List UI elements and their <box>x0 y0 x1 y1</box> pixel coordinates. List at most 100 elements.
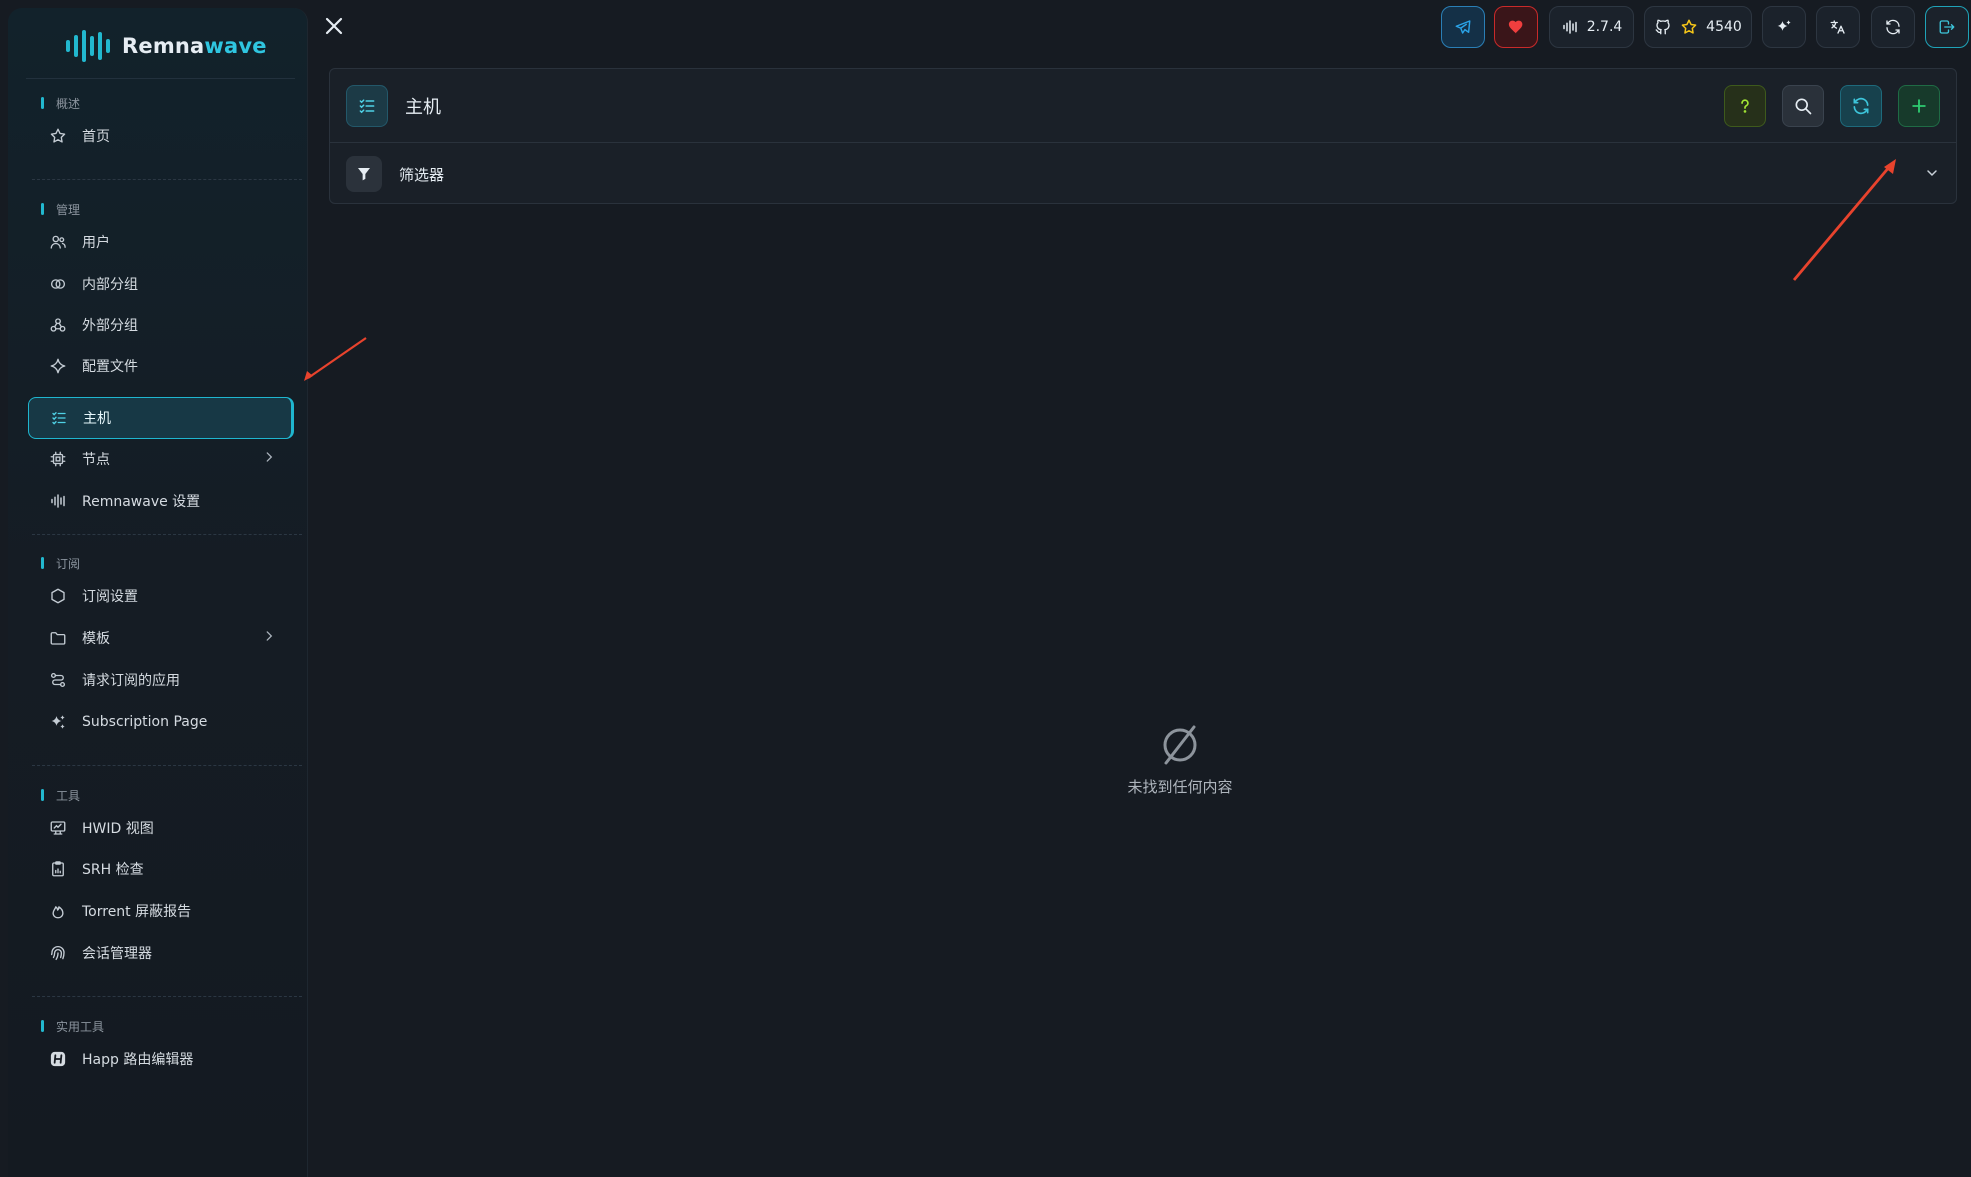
route-icon <box>48 670 68 690</box>
filter-icon <box>346 156 382 192</box>
clipboard-chart-icon <box>48 859 68 879</box>
sidebar-item-label: 会话管理器 <box>82 946 152 962</box>
language-button[interactable] <box>1816 6 1860 48</box>
section-overview-label: 概述 <box>56 96 81 111</box>
version-badge[interactable]: 2.7.4 <box>1549 6 1634 48</box>
annotation-arrow-left <box>304 337 367 381</box>
sidebar-item-hosts[interactable]: 主机 <box>28 397 294 439</box>
brand-logo[interactable]: Remnawave <box>66 26 267 66</box>
remnawave-logo-icon <box>66 28 110 64</box>
sidebar: Remnawave 概述 首页 管理 用户 内部分组 外部分组 配置文件 主机 … <box>8 8 308 1177</box>
refresh-icon <box>1851 96 1871 116</box>
sidebar-divider <box>32 996 302 997</box>
sidebar-item-label: Happ 路由编辑器 <box>82 1052 194 1068</box>
hexagon-icon <box>48 586 68 606</box>
sidebar-item-label: 节点 <box>82 452 110 468</box>
sidebar-item-remnawave-settings[interactable]: Remnawave 设置 <box>28 481 294 521</box>
sidebar-item-label: 用户 <box>82 235 110 251</box>
section-subscription: 订阅 <box>41 554 80 572</box>
empty-state: 未找到任何内容 <box>1080 722 1280 797</box>
donate-button[interactable] <box>1494 6 1538 48</box>
telegram-button[interactable] <box>1441 6 1485 48</box>
sidebar-item-subscription-page[interactable]: Subscription Page <box>28 702 294 742</box>
logout-icon <box>1938 18 1956 36</box>
sidebar-item-happ[interactable]: Happ 路由编辑器 <box>28 1039 294 1079</box>
sparkles-icon <box>48 712 68 732</box>
telegram-icon <box>1454 18 1472 36</box>
sidebar-item-hwid[interactable]: HWID 视图 <box>28 808 294 848</box>
empty-state-text: 未找到任何内容 <box>1127 778 1233 796</box>
version-text: 2.7.4 <box>1586 19 1623 35</box>
add-host-button[interactable] <box>1898 85 1940 127</box>
sidebar-divider <box>32 179 302 180</box>
users-icon <box>48 232 68 252</box>
sidebar-item-label: 配置文件 <box>82 359 138 375</box>
github-stars-button[interactable]: 4540 <box>1644 6 1752 48</box>
star-icon <box>48 126 68 146</box>
sidebar-item-label: 外部分组 <box>82 318 138 334</box>
chevron-right-icon <box>262 450 276 468</box>
folder-icon <box>48 628 68 648</box>
search-icon <box>1793 96 1813 116</box>
brand-name-main: Remna <box>122 34 205 58</box>
section-subscription-label: 订阅 <box>56 556 81 571</box>
filter-toggle[interactable]: 筛选器 <box>330 143 1956 205</box>
sidebar-item-internal-squads[interactable]: 内部分组 <box>28 264 294 304</box>
section-tools: 工具 <box>41 786 80 804</box>
refresh-button[interactable] <box>1840 85 1882 127</box>
sidebar-item-external-squads[interactable]: 外部分组 <box>28 305 294 345</box>
sidebar-item-label: 主机 <box>83 411 111 427</box>
empty-set-icon <box>1080 722 1280 766</box>
logo-divider <box>26 78 295 79</box>
sidebar-item-label: Subscription Page <box>82 714 208 730</box>
plus-icon <box>1909 96 1929 116</box>
translate-icon <box>1829 18 1847 36</box>
section-tools-label: 工具 <box>56 788 81 803</box>
ai-button[interactable] <box>1762 6 1806 48</box>
heart-icon <box>1507 18 1525 36</box>
sidebar-item-templates[interactable]: 模板 <box>28 618 294 658</box>
sidebar-item-home[interactable]: 首页 <box>28 116 294 156</box>
sidebar-item-label: 内部分组 <box>82 277 138 293</box>
help-button[interactable] <box>1724 85 1766 127</box>
chevron-right-icon <box>262 629 276 647</box>
sidebar-item-label: HWID 视图 <box>82 821 154 837</box>
sidebar-item-request-apps[interactable]: 请求订阅的应用 <box>28 660 294 700</box>
sidebar-item-nodes[interactable]: 节点 <box>28 439 294 479</box>
remnawave-icon <box>1561 18 1579 36</box>
sidebar-item-label: Remnawave 设置 <box>82 494 201 510</box>
search-button[interactable] <box>1782 85 1824 127</box>
refresh-icon <box>1884 18 1902 36</box>
circles-icon <box>48 274 68 294</box>
section-utilities: 实用工具 <box>41 1017 104 1035</box>
chevron-down-icon <box>1924 165 1940 185</box>
sidebar-item-config-profiles[interactable]: 配置文件 <box>28 346 294 386</box>
brand-name-accent: wave <box>204 34 267 58</box>
webhook-icon <box>48 315 68 335</box>
brand-name: Remnawave <box>122 34 267 58</box>
section-overview: 概述 <box>41 94 80 112</box>
sidebar-item-sessions[interactable]: 会话管理器 <box>28 933 294 973</box>
stars-count: 4540 <box>1706 19 1742 35</box>
reload-button[interactable] <box>1871 6 1915 48</box>
sidebar-item-label: 模板 <box>82 631 110 647</box>
sidebar-divider <box>32 534 302 535</box>
sidebar-item-torrent[interactable]: Torrent 屏蔽报告 <box>28 891 294 931</box>
happ-logo-icon <box>48 1049 68 1069</box>
sidebar-divider <box>32 765 302 766</box>
sparkles-icon <box>1775 18 1793 36</box>
section-management: 管理 <box>41 200 80 218</box>
section-management-label: 管理 <box>56 202 81 217</box>
remnawave-icon <box>48 491 68 511</box>
sidebar-item-label: Torrent 屏蔽报告 <box>82 904 192 920</box>
sidebar-item-srh[interactable]: SRH 检查 <box>28 849 294 889</box>
app-window: Remnawave 概述 首页 管理 用户 内部分组 外部分组 配置文件 主机 … <box>0 0 1971 1177</box>
fingerprint-icon <box>48 943 68 963</box>
filter-label: 筛选器 <box>399 166 445 184</box>
sidebar-item-subscription-settings[interactable]: 订阅设置 <box>28 576 294 616</box>
sidebar-item-users[interactable]: 用户 <box>28 222 294 262</box>
list-check-icon <box>346 85 388 127</box>
logout-button[interactable] <box>1925 6 1969 48</box>
close-icon[interactable] <box>320 12 348 40</box>
github-icon <box>1654 18 1672 36</box>
